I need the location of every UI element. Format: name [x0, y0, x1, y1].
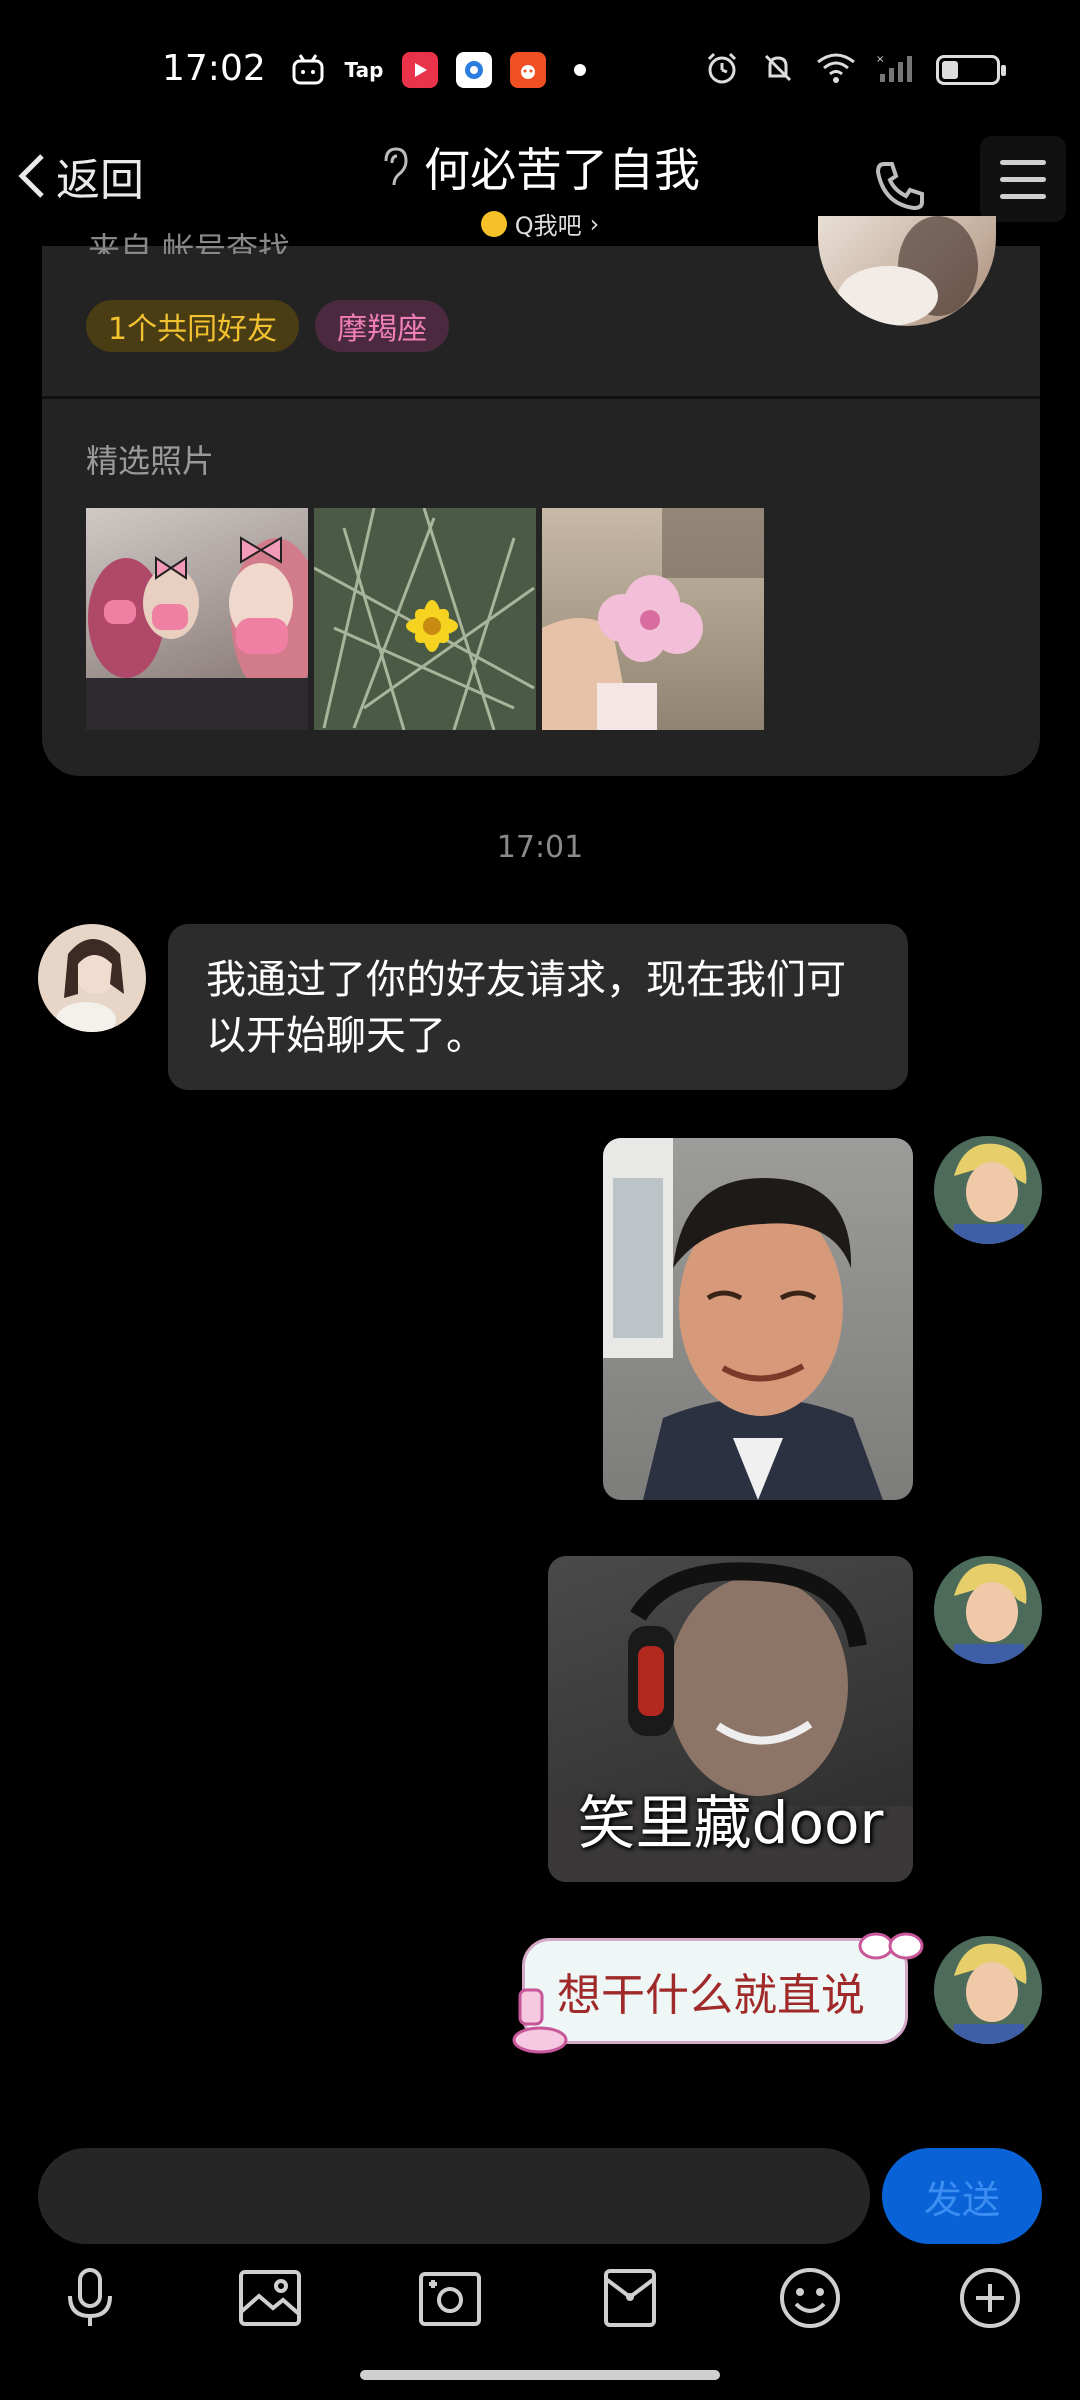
video-app-icon: [402, 52, 438, 88]
menu-line: [1000, 193, 1046, 199]
featured-photo[interactable]: [314, 508, 536, 730]
send-button[interactable]: 发送: [882, 2148, 1042, 2244]
earpiece-icon: [384, 147, 408, 186]
game-app-icon: [510, 52, 546, 88]
more-button[interactable]: [952, 2260, 1028, 2336]
call-button[interactable]: [870, 156, 930, 216]
message-input[interactable]: [38, 2148, 870, 2244]
battery-icon: [936, 55, 1006, 85]
browser-app-icon: [456, 52, 492, 88]
battery-level: [942, 61, 958, 79]
zodiac-tag: 摩羯座: [315, 300, 450, 352]
profile-avatar[interactable]: [818, 216, 996, 326]
message-bubble[interactable]: 想干什么就直说: [522, 1938, 908, 2044]
message-bubble[interactable]: 我通过了你的好友请求，现在我们可以开始聊天了。: [168, 924, 908, 1090]
goggles-decoration-icon: [858, 1932, 924, 1960]
bilibili-icon: [290, 52, 326, 88]
emoji-icon: [780, 2268, 840, 2328]
featured-photo[interactable]: [86, 508, 308, 730]
sticker-message[interactable]: 笑里藏door: [548, 1556, 913, 1882]
chat-title: 何必苦了自我: [424, 143, 700, 197]
message-timestamp: 17:01: [496, 830, 584, 865]
sticker-message[interactable]: [603, 1138, 913, 1500]
sticker-caption: 笑里藏door: [577, 1789, 884, 1857]
more-notifications-dot: [574, 64, 586, 76]
profile-card[interactable]: 来自 帐号查找 1个共同好友 摩羯座 精选照片: [42, 216, 1040, 776]
status-bar: 17:02 Tap ×: [0, 0, 1080, 140]
my-avatar[interactable]: [934, 1936, 1042, 2044]
message-text: 想干什么就直说: [557, 1970, 865, 2021]
featured-photo[interactable]: [542, 508, 764, 730]
signal-icon: ×: [876, 52, 916, 88]
contact-avatar[interactable]: [38, 924, 146, 1032]
status-app-icons: Tap: [290, 52, 586, 88]
status-time: 17:02: [162, 48, 266, 89]
home-indicator[interactable]: [360, 2370, 720, 2380]
red-packet-icon: [604, 2269, 656, 2327]
voice-button[interactable]: [52, 2260, 128, 2336]
menu-line: [1000, 176, 1046, 182]
featured-photos: [86, 508, 764, 730]
divider: [42, 396, 1040, 399]
microphone-icon: [68, 2268, 112, 2326]
emoji-button[interactable]: [772, 2260, 848, 2336]
phone-icon: [875, 162, 924, 211]
message-composer: 发送: [38, 2148, 1042, 2244]
alarm-icon: [704, 50, 740, 90]
wifi-icon: [816, 52, 856, 88]
profile-tags: 1个共同好友 摩羯座: [86, 300, 450, 352]
my-avatar[interactable]: [934, 1136, 1042, 1244]
chevron-right-icon: ›: [589, 209, 600, 238]
photo-button[interactable]: [232, 2260, 308, 2336]
camera-icon: [419, 2272, 481, 2326]
status-subtitle-text: Q我吧: [514, 212, 582, 240]
camera-button[interactable]: [412, 2260, 488, 2336]
menu-line: [1000, 159, 1046, 165]
plus-icon: [960, 2268, 1020, 2328]
mutual-friends-tag[interactable]: 1个共同好友: [86, 300, 300, 352]
my-avatar[interactable]: [934, 1556, 1042, 1664]
friend-source-text: 来自 帐号查找: [88, 230, 291, 254]
smile-emoji-icon: [480, 210, 507, 237]
menu-button[interactable]: [980, 136, 1066, 222]
bubble-decoration-icon: [512, 1988, 568, 2054]
mute-icon: [760, 50, 796, 90]
red-packet-button[interactable]: [592, 2260, 668, 2336]
status-right-icons: ×: [704, 50, 1006, 90]
featured-photos-label: 精选照片: [86, 442, 215, 480]
tap-app-icon: Tap: [344, 58, 384, 82]
chat-toolbar: [0, 2260, 1080, 2340]
svg-text:×: ×: [876, 54, 884, 65]
photo-icon: [239, 2270, 301, 2326]
